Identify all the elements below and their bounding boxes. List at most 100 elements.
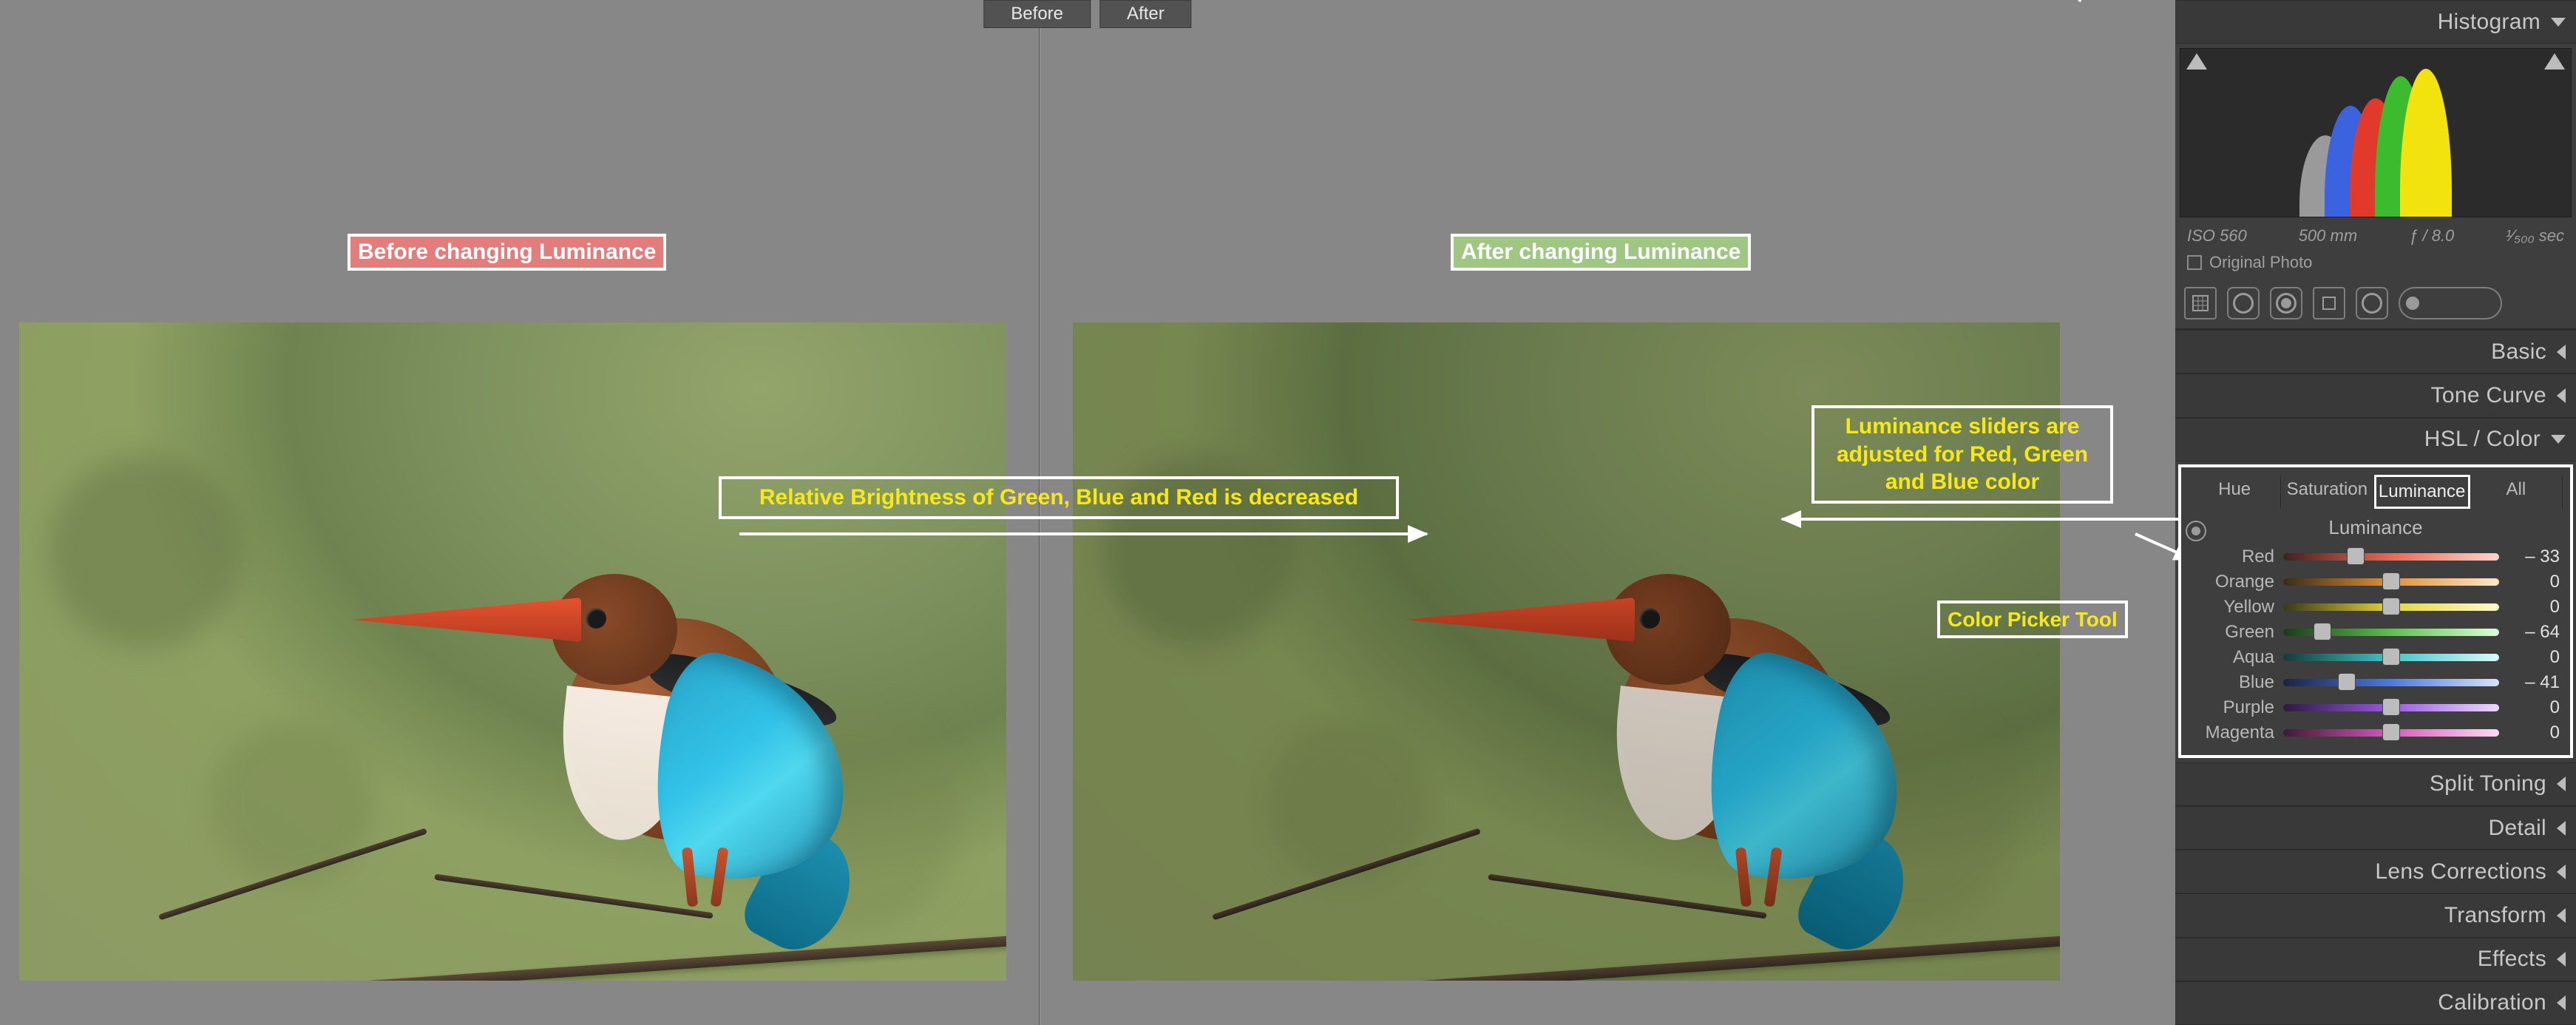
slider-knob[interactable] [2383,699,2399,715]
slider-label: Yellow [2192,597,2274,618]
annotation-sliders-line3: and Blue color [1885,470,2039,494]
slider-label: Blue [2192,672,2274,693]
clip-shadow-icon[interactable] [2186,53,2207,70]
exif-iso: ISO 560 [2187,226,2247,246]
slider-value: 0 [2508,647,2560,668]
slider-label: Red [2192,547,2274,567]
group-fx-label: Effects [2478,947,2546,972]
slider-label: Aqua [2192,647,2274,668]
grad-tool[interactable] [2313,287,2345,319]
slider-value: 0 [2508,572,2560,592]
slider-track[interactable] [2283,553,2499,561]
group-basic[interactable]: Basic [2175,330,2576,373]
group-detail[interactable]: Detail [2175,806,2576,850]
before-photo[interactable] [19,322,1006,981]
chevron-left-icon [2557,345,2566,359]
slider-green[interactable]: Green – 64 [2192,622,2560,643]
slider-label: Green [2192,622,2274,643]
slider-purple[interactable]: Purple0 [2192,697,2560,718]
hsl-panel: Hue Saturation Luminance All Luminance R… [2178,464,2573,758]
group-histogram[interactable]: Histogram [2175,0,2576,44]
annotation-sliders: Luminance sliders are adjusted for Red, … [1811,405,2113,504]
slider-track[interactable] [2283,603,2499,611]
checkbox-icon[interactable] [2187,255,2202,270]
annotation-sliders-line1: Luminance sliders are [1845,414,2080,439]
brush-tool[interactable] [2399,287,2502,319]
hsl-tabs: Hue Saturation Luminance All [2189,475,2563,509]
chevron-left-icon [2557,908,2566,923]
slider-label: Orange [2192,572,2274,592]
original-photo-label: Original Photo [2209,253,2312,272]
hsl-tab-lum[interactable]: Luminance [2374,475,2470,509]
slider-track[interactable] [2283,629,2499,636]
original-photo-row[interactable]: Original Photo [2175,250,2576,280]
slider-knob[interactable] [2348,548,2364,564]
group-split-label: Split Toning [2430,771,2546,796]
crop-tool[interactable] [2184,287,2217,319]
annotation-sliders-line2: adjusted for Red, Green [1837,442,2088,467]
tab-after[interactable]: After [1099,0,1192,28]
group-calib-label: Calibration [2438,990,2546,1015]
slider-value: – 33 [2508,547,2560,567]
histogram-graph[interactable] [2180,48,2572,217]
slider-label: Magenta [2192,723,2274,743]
group-tone-label: Tone Curve [2431,383,2546,408]
chevron-left-icon [2557,388,2566,403]
tab-before[interactable]: Before [983,0,1091,28]
slider-track[interactable] [2283,654,2499,661]
group-tone-curve[interactable]: Tone Curve [2175,373,2576,417]
group-split-toning[interactable]: Split Toning [2175,762,2576,806]
slider-knob[interactable] [2383,724,2399,740]
before-after-tabs: Before After [983,0,1191,28]
tool-strip [2175,280,2576,330]
annotation-picker: Color Picker Tool [1937,601,2128,638]
exif-row: ISO 560 500 mm ƒ / 8.0 ¹⁄₅₀₀ sec [2175,222,2576,250]
luminance-sliders: Red – 33 Orange 0 Yellow 0 Green – 64 Aqua 0 Blue –… [2189,547,2563,743]
slider-aqua[interactable]: Aqua 0 [2192,647,2560,668]
targeted-adjust-tool[interactable] [2186,521,2206,541]
slider-knob[interactable] [2383,598,2399,615]
slider-knob[interactable] [2339,674,2355,690]
slider-blue[interactable]: Blue – 41 [2192,672,2560,693]
chevron-down-icon [2551,435,2566,444]
slider-knob[interactable] [2383,573,2399,589]
clip-highlight-icon[interactable] [2544,53,2565,70]
group-effects[interactable]: Effects [2175,938,2576,981]
slider-track[interactable] [2283,578,2499,586]
slider-magenta[interactable]: Magenta0 [2192,723,2560,743]
develop-panel: Histogram ISO 560 500 mm ƒ / 8.0 ¹⁄₅₀₀ s… [2175,0,2576,1025]
arrow-picker-line [2078,0,2126,2]
group-transform[interactable]: Transform [2175,893,2576,937]
hsl-tab-all[interactable]: All [2470,475,2563,509]
slider-orange[interactable]: Orange 0 [2192,572,2560,592]
group-trans-label: Transform [2444,903,2546,928]
group-hsl[interactable]: HSL / Color [2175,418,2576,461]
slider-knob[interactable] [2314,623,2331,640]
chevron-down-icon [2551,18,2566,27]
exif-focal: 500 mm [2299,226,2357,246]
preview-compare: Before After Before changing Luminance A… [0,0,2175,1025]
slider-yellow[interactable]: Yellow 0 [2192,597,2560,618]
group-calibration[interactable]: Calibration [2175,981,2576,1025]
slider-value: 0 [2508,597,2560,618]
arrow-sliders [1782,518,2186,521]
slider-track[interactable] [2283,679,2499,686]
slider-track[interactable] [2283,729,2499,737]
group-lens[interactable]: Lens Corrections [2175,850,2576,893]
slider-knob[interactable] [2383,649,2399,665]
chevron-left-icon [2557,995,2566,1010]
slider-value: – 64 [2508,622,2560,643]
redeye-tool[interactable] [2270,287,2302,319]
chevron-left-icon [2557,952,2566,967]
hsl-tab-sat[interactable]: Saturation [2281,475,2373,509]
label-after: After changing Luminance [1451,234,1751,271]
hsl-tab-hue[interactable]: Hue [2189,475,2281,509]
spot-tool[interactable] [2227,287,2260,319]
slider-value: – 41 [2508,672,2560,693]
group-hsl-label: HSL / Color [2424,427,2541,452]
slider-track[interactable] [2283,704,2499,711]
exif-aperture: ƒ / 8.0 [2409,226,2454,246]
chevron-left-icon [2557,777,2566,791]
slider-red[interactable]: Red – 33 [2192,547,2560,567]
radial-tool[interactable] [2356,287,2388,319]
